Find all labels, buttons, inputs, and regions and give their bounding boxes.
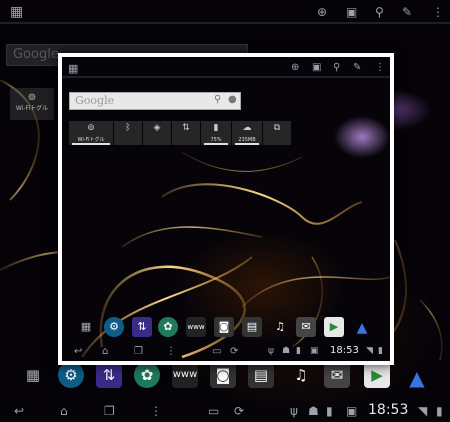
image-icon[interactable]: ▣ bbox=[312, 63, 321, 73]
microphone-icon[interactable]: ● bbox=[228, 94, 237, 105]
battery-icon: ▮ bbox=[213, 123, 219, 133]
navigation-arrow-icon[interactable]: ▲ bbox=[352, 317, 372, 337]
www-icon[interactable]: www bbox=[172, 362, 198, 388]
sync-icon[interactable]: ⟳ bbox=[234, 405, 244, 417]
screen-icon: ⧉ bbox=[273, 123, 281, 133]
screenshot-icon[interactable]: ▭ bbox=[208, 405, 219, 417]
sync-icon[interactable]: ⟳ bbox=[230, 347, 238, 357]
search-widget[interactable]: Google ⚲ ● bbox=[69, 92, 241, 110]
overflow-menu-icon[interactable]: ⋮ bbox=[432, 6, 444, 18]
film-icon[interactable]: ▤ bbox=[248, 362, 274, 388]
usb-storage-icon: ▮ bbox=[296, 346, 301, 356]
status-clock[interactable]: 18:53 bbox=[330, 345, 359, 356]
preview-screen: ▦ ⊕ ▣ ⚲ ✎ ⋮ Google ⚲ ● ⊚ Wi-Fiトグル ᛒ ◈ ⇅ … bbox=[62, 57, 390, 361]
memory-tile[interactable]: ☁ 235MB bbox=[232, 121, 262, 145]
battery-icon: ▮ bbox=[378, 346, 383, 356]
screenshot-icon[interactable]: ▭ bbox=[212, 347, 221, 357]
apps-grid-icon[interactable]: ▦ bbox=[68, 63, 78, 74]
play-store-icon[interactable]: ▶ bbox=[324, 317, 344, 337]
home-screen: ▦ ⊕ ▣ ⚲ ✎ ⋮ Google ⊚ Wi-Fiトグル ▦ ⚙ ⇅ ✿ ww… bbox=[0, 0, 450, 422]
colors-icon[interactable]: ✿ bbox=[158, 317, 178, 337]
apps-grid-icon[interactable]: ▦ bbox=[20, 362, 46, 388]
wifi-toggle-tile-background[interactable]: ⊚ Wi-Fiトグル bbox=[10, 88, 54, 120]
pen-icon[interactable]: ✎ bbox=[353, 63, 361, 73]
play-store-icon[interactable]: ▶ bbox=[364, 362, 390, 388]
menu-icon[interactable]: ⋮ bbox=[150, 405, 162, 417]
usb-storage-icon: ▮ bbox=[326, 404, 333, 418]
wifi-icon: ⊚ bbox=[27, 92, 37, 103]
status-clock[interactable]: 18:53 bbox=[368, 402, 408, 418]
battery-indicator bbox=[204, 143, 228, 145]
bluetooth-icon: ᛒ bbox=[125, 123, 131, 133]
colors-icon[interactable]: ✿ bbox=[134, 362, 160, 388]
usb-icon: ψ bbox=[268, 346, 274, 356]
android-icon: ☗ bbox=[282, 346, 291, 356]
film-icon[interactable]: ▤ bbox=[242, 317, 262, 337]
data-toggle-tile[interactable]: ⇅ bbox=[172, 121, 200, 145]
image-notify-icon: ▣ bbox=[310, 346, 319, 356]
wifi-signal-icon: ◥ bbox=[418, 404, 428, 418]
usb-icon: ψ bbox=[290, 404, 298, 418]
back-icon[interactable]: ↩ bbox=[74, 347, 82, 357]
apps-grid-icon[interactable]: ▦ bbox=[76, 317, 96, 337]
screen-toggle-tile[interactable]: ⧉ bbox=[263, 121, 291, 145]
settings-icon[interactable]: ⚙ bbox=[104, 317, 124, 337]
wifi-tile-label: Wi-Fiトグル bbox=[15, 105, 49, 112]
menu-icon[interactable]: ⋮ bbox=[166, 347, 176, 357]
search-placeholder: Google bbox=[13, 47, 59, 62]
apps-grid-icon[interactable]: ▦ bbox=[10, 5, 23, 19]
pen-icon[interactable]: ✎ bbox=[402, 6, 412, 18]
home-icon[interactable]: ⌂ bbox=[60, 405, 68, 417]
overflow-menu-icon[interactable]: ⋮ bbox=[375, 63, 385, 73]
wifi-on-indicator bbox=[72, 143, 110, 145]
network-icon[interactable]: ⇅ bbox=[132, 317, 152, 337]
image-icon[interactable]: ▣ bbox=[346, 6, 357, 18]
settings-icon[interactable]: ⚙ bbox=[58, 362, 84, 388]
recent-apps-icon[interactable]: ❐ bbox=[134, 347, 143, 357]
search-placeholder: Google bbox=[75, 94, 115, 107]
camera-icon[interactable]: ◙ bbox=[214, 317, 234, 337]
wifi-icon: ⊚ bbox=[87, 123, 95, 133]
chat-icon[interactable]: ✉ bbox=[324, 362, 350, 388]
search-icon[interactable]: ⚲ bbox=[333, 63, 340, 73]
home-screen-preview-card[interactable]: ▦ ⊕ ▣ ⚲ ✎ ⋮ Google ⚲ ● ⊚ Wi-Fiトグル ᛒ ◈ ⇅ … bbox=[58, 53, 394, 365]
recent-apps-icon[interactable]: ❐ bbox=[104, 405, 115, 417]
www-icon[interactable]: www bbox=[186, 317, 206, 337]
bluetooth-toggle-tile[interactable]: ᛒ bbox=[114, 121, 142, 145]
battery-status-tile[interactable]: ▮ 75% bbox=[201, 121, 231, 145]
add-icon[interactable]: ⊕ bbox=[291, 63, 299, 73]
home-icon[interactable]: ⌂ bbox=[102, 347, 108, 357]
music-icon[interactable]: ♫ bbox=[288, 362, 314, 388]
search-icon[interactable]: ⚲ bbox=[375, 6, 384, 18]
camera-icon[interactable]: ◙ bbox=[210, 362, 236, 388]
data-sync-icon: ⇅ bbox=[182, 123, 190, 133]
navigation-arrow-icon[interactable]: ▲ bbox=[404, 362, 430, 390]
image-notify-icon: ▣ bbox=[346, 404, 358, 418]
android-icon: ☗ bbox=[308, 404, 319, 418]
gps-icon: ◈ bbox=[153, 123, 161, 133]
search-icon[interactable]: ⚲ bbox=[214, 94, 221, 105]
wifi-signal-icon: ◥ bbox=[366, 346, 373, 356]
wifi-toggle-tile[interactable]: ⊚ Wi-Fiトグル bbox=[69, 121, 113, 145]
chat-icon[interactable]: ✉ bbox=[296, 317, 316, 337]
gps-toggle-tile[interactable]: ◈ bbox=[143, 121, 171, 145]
battery-icon: ▮ bbox=[436, 404, 443, 418]
network-icon[interactable]: ⇅ bbox=[96, 362, 122, 388]
memory-icon: ☁ bbox=[242, 123, 252, 133]
back-icon[interactable]: ↩ bbox=[14, 405, 24, 417]
wifi-tile-label: Wi-Fiトグル bbox=[77, 137, 105, 143]
music-icon[interactable]: ♫ bbox=[270, 317, 290, 337]
add-icon[interactable]: ⊕ bbox=[317, 6, 327, 18]
memory-indicator bbox=[235, 143, 259, 145]
